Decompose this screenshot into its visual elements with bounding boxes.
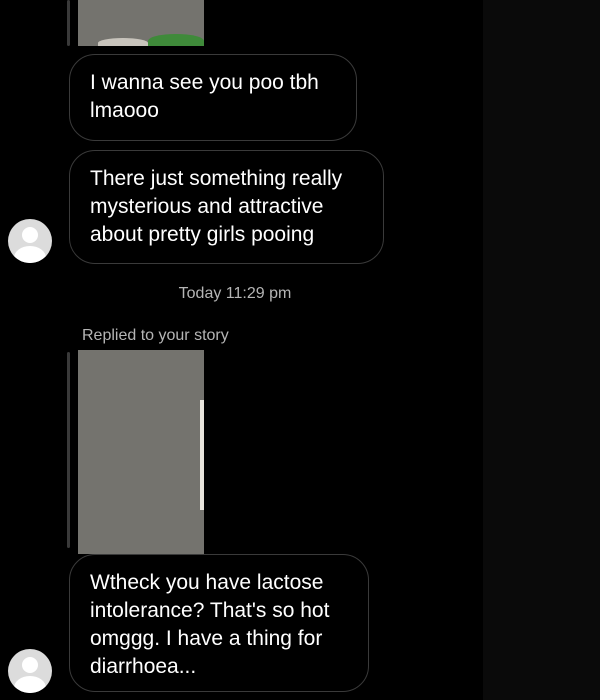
message-text: lmaooo xyxy=(90,99,159,122)
reply-indicator-line xyxy=(67,352,70,548)
person-avatar-icon-body xyxy=(14,246,46,263)
message-bubble[interactable]: There just something really mysterious a… xyxy=(69,150,384,264)
message-text: omggg. I have a thing for xyxy=(90,627,323,650)
reply-indicator-line xyxy=(67,0,70,46)
message-text: There just something really xyxy=(90,167,343,190)
person-avatar-icon xyxy=(22,227,38,243)
story-thumbnail[interactable] xyxy=(78,350,204,554)
message-text: diarrhoea... xyxy=(90,655,197,678)
person-avatar-icon xyxy=(22,657,38,673)
message-bubble[interactable]: Wtheck you have lactose intolerance? Tha… xyxy=(69,554,369,692)
message-text: I wanna see you poo tbh xyxy=(90,71,319,94)
sender-avatar[interactable] xyxy=(8,219,52,263)
message-text: about pretty girls pooing xyxy=(90,223,315,246)
story-thumbnail-edge xyxy=(200,400,204,510)
message-text: Wtheck you have lactose xyxy=(90,571,324,594)
message-text: mysterious and attractive xyxy=(90,195,324,218)
replied-to-story-label: Replied to your story xyxy=(82,327,229,344)
message-bubble[interactable]: I wanna see you poo tbh lmaooo xyxy=(69,54,357,141)
story-thumbnail[interactable] xyxy=(78,0,204,46)
side-panel xyxy=(483,0,600,700)
sender-avatar[interactable] xyxy=(8,649,52,693)
timestamp-divider: Today 11:29 pm xyxy=(178,285,292,302)
story-thumbnail-detail xyxy=(98,38,148,46)
story-thumbnail-detail xyxy=(148,34,204,46)
person-avatar-icon-body xyxy=(14,676,46,693)
message-text: intolerance? That's so hot xyxy=(90,599,330,622)
